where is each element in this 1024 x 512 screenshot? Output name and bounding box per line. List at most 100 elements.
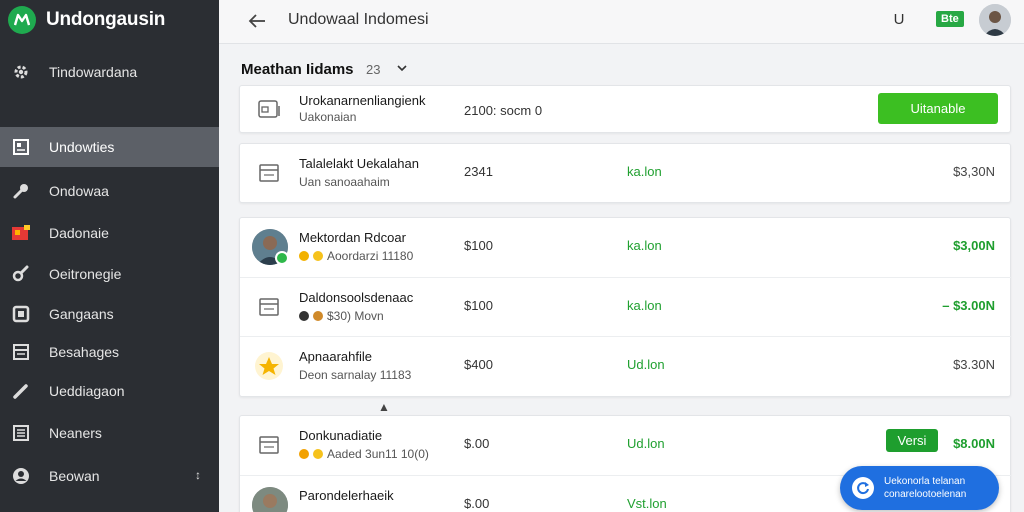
sidebar-item-gangaans[interactable]: Gangaans [0,294,219,334]
item-status: ka.lon [627,298,662,313]
chevron-down-icon[interactable] [395,61,409,75]
sidebar: Undongausin Tindowardana Undowties Ondow… [0,0,219,512]
sidebar-item-label: Tindowardana [49,64,138,80]
avatar[interactable] [979,4,1011,36]
document-icon [11,137,31,157]
item-amount: $400 [464,357,493,372]
coin-icon [313,251,323,261]
wallet-icon [258,98,280,120]
item-status: Ud.lon [627,436,665,451]
sidebar-item-ondowaa[interactable]: Ondowaa [0,171,219,211]
enable-button[interactable]: Uitanable [878,93,998,124]
section-title: Meathan Iidams [241,61,354,78]
coin-icon [313,311,323,321]
item-subtitle: Uan sanoaahaim [299,175,390,189]
floating-help-button[interactable]: Uekonorla telanan conarelootoelenan [840,466,999,510]
expand-icon[interactable]: ↕ [195,468,201,482]
page-title: Undowaal Indomesi [288,11,429,28]
pencil-icon [11,381,31,401]
sidebar-item-beowan[interactable]: Beowan ↕ [0,456,219,496]
item-subtitle-text: Aaded 3un11 10(0) [327,447,429,461]
coin-icon [299,251,309,261]
sidebar-item-label: Beowan [49,468,100,484]
item-subtitle: Aaded 3un11 10(0) [299,447,429,461]
item-amount: $100 [464,238,493,253]
list-item[interactable]: Talalelakt Uekalahan Uan sanoaahaim 2341… [240,144,1012,203]
gear-icon [11,62,31,82]
item-price: $8.00N [953,436,995,451]
sidebar-item-ueddiagaon[interactable]: Ueddiagaon [0,371,219,411]
status-badge[interactable]: Bte [936,11,964,27]
item-amount: $.00 [464,436,490,451]
wrench-icon [11,181,31,201]
verified-check-icon [275,251,289,265]
topbar: Undowaal Indomesi U Bte [219,0,1024,44]
card-icon [258,296,280,318]
coin-icon [299,449,309,459]
item-price: $3.30N [953,357,995,372]
card-icon [258,162,280,184]
list-icon [11,423,31,443]
list-item[interactable]: Urokanarnenliangienk Uakonaian 2100: soc… [240,86,1012,134]
floating-text: Uekonorla telanan conarelootoelenan [884,475,966,501]
sidebar-item-label: Ueddiagaon [49,383,125,399]
sidebar-item-label: Oeitronegie [49,266,122,282]
cursor-icon: ▲ [378,400,390,414]
item-price: $3,00N [953,238,995,253]
item-subtitle-text: $30) Movn [327,309,384,323]
tool-icon [11,264,31,284]
item-name: Daldonsoolsdenaac [299,290,414,305]
section-count: 23 [366,62,381,77]
card-icon [258,434,280,456]
sidebar-item-tindowardana[interactable]: Tindowardana [0,52,219,92]
item-name: Urokanarnenliangienk [299,93,426,108]
floating-line-2: conarelootoelenan [884,489,967,500]
avatar [252,487,288,512]
item-name: Talalelakt Uekalahan [299,156,419,171]
brand-name: Undongausin [46,9,166,30]
topbar-u-button[interactable]: U [889,11,909,28]
list-item[interactable]: Apnaarahfile Deon sarnalay 11183 $400 Ud… [240,336,1012,395]
item-card: Mektordan Rdcoar Aoordarzi 11180 $100 ka… [239,217,1012,397]
sidebar-item-oeitronegie[interactable]: Oeitronegie [0,254,219,294]
sidebar-item-label: Undowties [49,139,115,155]
versi-button[interactable]: Versi [886,429,938,452]
sidebar-item-besahages[interactable]: Besahages [0,332,219,372]
item-name: Apnaarahfile [299,349,372,364]
item-name: Parondelerhaeik [299,488,394,503]
item-price: – $3.00N [942,298,995,313]
item-card: Urokanarnenliangienk Uakonaian 2100: soc… [239,85,1011,133]
item-subtitle-text: Aoordarzi 11180 [327,249,414,263]
item-name: Mektordan Rdcoar [299,230,406,245]
sidebar-item-neaners[interactable]: Neaners [0,413,219,453]
item-status: ka.lon [627,164,662,179]
sidebar-item-label: Dadonaie [49,225,109,241]
square-icon [11,304,31,324]
item-amount: 2100: socm 0 [464,103,543,118]
item-subtitle: Aoordarzi 11180 [299,249,413,263]
item-amount: $.00 [464,496,490,511]
item-price: $3,30N [953,164,995,179]
item-subtitle: $30) Movn [299,309,384,323]
sidebar-item-label: Neaners [49,425,102,441]
back-arrow-icon[interactable] [245,9,269,33]
item-status: ka.lon [627,238,662,253]
sidebar-item-label: Besahages [49,344,120,360]
item-name: Donkunadiatie [299,428,383,443]
coin-icon [299,311,309,321]
item-card: Talalelakt Uekalahan Uan sanoaahaim 2341… [239,143,1011,203]
app-logo-icon [8,6,36,34]
list-item[interactable]: Daldonsoolsdenaac $30) Movn $100 ka.lon … [240,277,1012,336]
sidebar-item-dadonaie[interactable]: Dadonaie [0,213,219,253]
list-item[interactable]: Mektordan Rdcoar Aoordarzi 11180 $100 ka… [240,218,1012,277]
brand[interactable]: Undongausin [8,6,165,34]
refresh-icon [852,477,874,499]
item-amount: 2341 [464,164,493,179]
item-status: Ud.lon [627,357,665,372]
folder-icon [11,342,31,362]
item-amount: $100 [464,298,493,313]
item-subtitle: Deon sarnalay 11183 [299,368,412,382]
star-icon [254,351,284,381]
item-status: Vst.lon [627,496,667,511]
sidebar-item-undowties[interactable]: Undowties [0,127,219,167]
